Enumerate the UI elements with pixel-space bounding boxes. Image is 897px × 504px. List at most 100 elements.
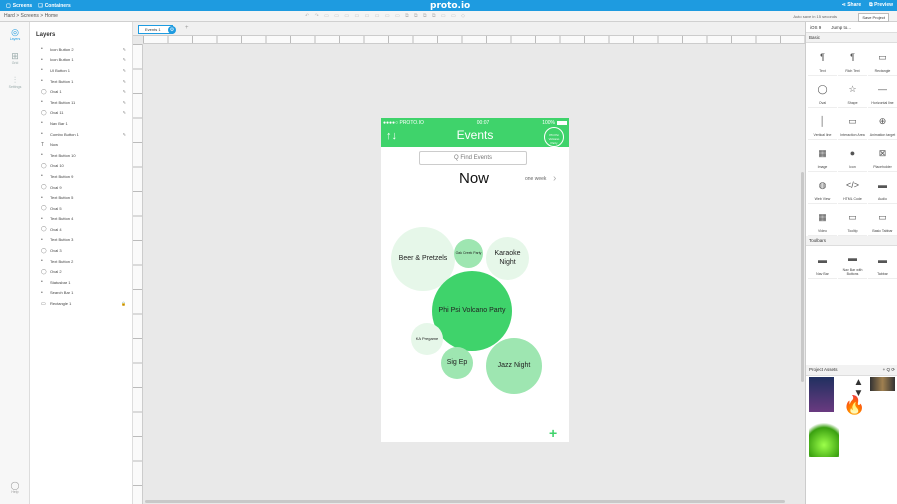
battery-icon [556,120,567,125]
component-tile[interactable]: ¶ Rich Text [838,45,867,76]
layer-row[interactable]: • Text Button 10 [30,150,132,161]
preview-button[interactable]: ⧉ Preview [869,2,893,8]
grid-rail-button[interactable]: ⊞ Grid [0,46,30,70]
event-bubble[interactable]: Phi Psi Volcano Party [432,271,512,351]
layer-row[interactable]: • UI Button 1 ✎ [30,65,132,76]
event-bubble[interactable]: Karaoke Night [486,237,529,280]
component-tile[interactable]: ● Icon [838,141,867,172]
apple-icon: • [41,46,43,53]
help-icon: ◯ [10,481,20,490]
pin-icon[interactable]: ✎ [123,100,126,105]
add-page-icon[interactable]: + [185,25,189,31]
breadcrumb[interactable]: Hard > Screens > Home [4,13,58,19]
assets-tools-icon[interactable]: + Q ⟳ [883,367,895,373]
component-tile[interactable]: — Horizontal line [868,77,897,108]
basic-section-title[interactable]: Basic [806,33,897,43]
layer-row[interactable]: ◯ Oval 3 [30,245,132,256]
containers-tab[interactable]: ❏ Containers [38,3,71,9]
layer-row[interactable]: T Now [30,139,132,150]
layer-row[interactable]: • Text Button 5 [30,192,132,203]
lock-icon[interactable]: 🔒 [121,301,126,306]
layer-row[interactable]: ◯ Oval 11 ✎ [30,108,132,119]
component-tile[interactable]: ¶ Text [808,45,837,76]
layer-row[interactable]: • Icon Button 2 ✎ [30,44,132,55]
component-tile[interactable]: ◯ Oval [808,77,837,108]
pin-icon[interactable]: ✎ [123,79,126,84]
component-tile[interactable]: ▭ Basic Tabbar [868,205,897,236]
page-settings-icon[interactable]: ⚙ [168,26,176,34]
share-button[interactable]: ⋖ Share [842,2,862,8]
range-label[interactable]: one week [525,176,546,182]
platform-select[interactable]: iOS 9 [810,25,821,30]
event-bubble[interactable]: Sig Ep [441,347,473,379]
layer-row[interactable]: ▭ Rectangle 1 🔒 [30,298,132,309]
component-tile[interactable]: ▬ Nav Bar [808,248,837,279]
add-event-icon[interactable]: + [549,425,557,441]
profile-badge[interactable]: Phi Psi Volcano Party [544,127,564,147]
asset-thumbnail-green-flame[interactable] [809,417,839,457]
component-tile[interactable]: ▭ Tooltip [838,205,867,236]
event-bubble[interactable]: KA Pregame [411,323,443,355]
component-tile[interactable]: │ Vertical line [808,109,837,140]
page-tab[interactable]: Events 1 ⚙ [138,25,176,34]
oval-icon: ◯ [41,247,47,254]
layer-row[interactable]: • Text Button 1 ✎ [30,76,132,87]
component-tile[interactable]: ◍ Web View [808,173,837,204]
component-tile[interactable]: ▬ Tabbar [868,248,897,279]
component-tile[interactable]: ⊕ Animation target [868,109,897,140]
component-tile[interactable]: ⊠ Placeholder [868,141,897,172]
layer-row[interactable]: ◯ Oval 1 ✎ [30,86,132,97]
component-tile[interactable]: ▦ Image [808,141,837,172]
pin-icon[interactable]: ✎ [123,132,126,137]
layers-rail-button[interactable]: ◎ Layers [0,22,30,46]
layer-row[interactable]: ◯ Oval 10 [30,161,132,172]
phone-screen[interactable]: ●●●●○ PROTO.IO 00:07 100% ↑↓ Events Phi … [381,118,569,442]
search-input[interactable]: Q Find Events [419,151,527,165]
toolbars-section-title[interactable]: Toolbars [806,236,897,246]
component-tile[interactable]: ▭ Rectangle [868,45,897,76]
pin-icon[interactable]: ✎ [123,57,126,62]
layer-row[interactable]: • Icon Button 1 ✎ [30,55,132,66]
pin-icon[interactable]: ✎ [123,47,126,52]
jump-to-select[interactable]: Jump to... [831,25,851,30]
chevron-right-icon[interactable]: › [553,173,556,184]
component-tile[interactable]: ▭ Interaction Area [838,109,867,140]
canvas[interactable]: Events 1 ⚙ + ●●●●○ PROTO.IO 00:07 100% ↑↓… [133,22,805,504]
event-bubble[interactable]: Oak Creek Party [454,239,483,268]
event-bubble[interactable]: Jazz Night [486,338,542,394]
layer-row[interactable]: • Text Button 9 [30,171,132,182]
asset-thumbnail-flame[interactable]: 🔥 [842,395,867,430]
component-tile[interactable]: ▬ Nav Bar with Buttons [838,248,867,279]
vertical-scrollbar[interactable] [801,172,804,382]
layer-row[interactable]: ◯ Oval 2 [30,266,132,277]
pin-icon[interactable]: ✎ [123,68,126,73]
layer-row[interactable]: ◯ Oval 4 [30,224,132,235]
asset-thumbnail-crowd[interactable] [870,377,895,391]
layer-row[interactable]: • Nav Bar 1 [30,118,132,129]
nav-bar[interactable]: ●●●●○ PROTO.IO 00:07 100% ↑↓ Events Phi … [381,118,569,147]
component-tile[interactable]: ▬ Audio [868,173,897,204]
layer-row[interactable]: • Text Button 2 [30,256,132,267]
layer-row[interactable]: • Text Button 3 [30,235,132,246]
horizontal-scrollbar[interactable] [145,500,785,503]
asset-thumbnail-party-poster[interactable] [809,377,834,412]
layer-row[interactable]: • Search Bar 1 [30,288,132,299]
layer-row[interactable]: ◯ Oval 9 [30,182,132,193]
settings-rail-button[interactable]: ⫶ Settings [0,70,30,94]
layer-row[interactable]: • Text Button 4 [30,214,132,225]
rect-icon: ▭ [41,300,46,307]
align-tools[interactable]: ↶ ↷ ▭ ▭ ▭ ▭ ▭ ▭ ▭ ▭ ⧉ ⧉ ⧉ ⧉ ▭ ▭ ◇ [305,13,467,19]
screens-tab[interactable]: ▢ Screens [6,3,32,9]
layer-row[interactable]: ◯ Oval 5 [30,203,132,214]
component-tile[interactable]: ▦ Video [808,205,837,236]
pin-icon[interactable]: ✎ [123,110,126,115]
help-button[interactable]: ◯ Help [4,481,26,494]
component-tile[interactable]: ☆ Shape [838,77,867,108]
layer-row[interactable]: • Statusbar 1 [30,277,132,288]
project-assets-header: Project Assets + Q ⟳ [806,365,897,376]
layer-row[interactable]: • Text Button 11 ✎ [30,97,132,108]
save-project-button[interactable]: Save Project [858,13,889,22]
pin-icon[interactable]: ✎ [123,89,126,94]
layer-row[interactable]: • Combo Button 1 ✎ [30,129,132,140]
component-tile[interactable]: </> HTML Code [838,173,867,204]
